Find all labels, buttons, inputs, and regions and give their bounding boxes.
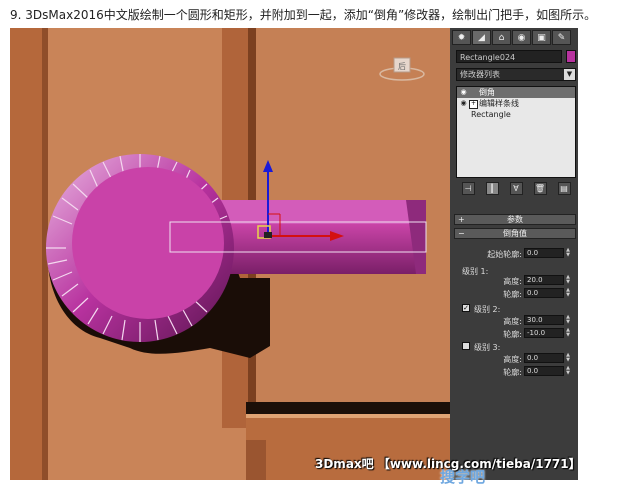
level1-outline-row: 轮廓: 0.0 ▲ ▼ (450, 288, 578, 300)
rollout-parameters-title: 参数 (507, 215, 523, 224)
level3-header: 级别 3: (450, 341, 578, 353)
lightbulb-icon[interactable]: ◉ (460, 99, 467, 107)
stack-tools: ⊣ ┃ ∀ 🗑 ▤ (456, 182, 576, 196)
collapse-minus-icon: − (458, 229, 465, 238)
door-rail-corner (246, 440, 266, 480)
stack-item-edit-spline[interactable]: ◉ + 编辑样条线 (457, 98, 575, 109)
expand-plus-icon: + (458, 215, 465, 224)
perspective-viewport[interactable]: 后 (10, 28, 450, 480)
level2-height-input[interactable]: 30.0 (524, 315, 564, 325)
expand-plus-icon[interactable]: + (469, 100, 478, 109)
utilities-icon[interactable]: ✎ (552, 30, 571, 45)
level3-outline-label: 轮廓: (503, 368, 522, 377)
chevron-down-icon: ▼ (564, 69, 575, 80)
caption-text: 9. 3DsMax2016中文版绘制一个圆形和矩形，并附加到一起，添加“倒角”修… (10, 8, 597, 22)
viewport-scene: 后 (10, 28, 450, 480)
rosette-face (72, 167, 224, 319)
view-cube-label: 后 (398, 61, 406, 71)
level2-height-row: 高度: 30.0 ▲ ▼ (450, 315, 578, 327)
spinner-icon[interactable]: ▲ ▼ (565, 315, 571, 325)
object-color-swatch[interactable] (566, 50, 576, 63)
level1-height-label: 高度: (503, 277, 522, 286)
door-panel-gap (246, 402, 450, 414)
app-window: 后 ✹ ◢ ⌂ ◉ ▣ ✎ Rectangle024 修改器列表 ▼ ◉ 倒角 … (10, 28, 578, 480)
watermark-text: 3Dmax吧 【www.lincg.com/tieba/1771】 (315, 457, 581, 471)
create-icon[interactable]: ✹ (452, 30, 471, 45)
level3-outline-row: 轮廓: 0.0 ▲ ▼ (450, 366, 578, 378)
lightbulb-icon[interactable]: ◉ (460, 88, 467, 96)
level3-outline-input[interactable]: 0.0 (524, 366, 564, 376)
level1-height-input[interactable]: 20.0 (524, 275, 564, 285)
level2-outline-row: 轮廓: -10.0 ▲ ▼ (450, 328, 578, 340)
command-panel-tabs: ✹ ◢ ⌂ ◉ ▣ ✎ (450, 28, 578, 46)
display-icon[interactable]: ▣ (532, 30, 551, 45)
handle-bar-top (214, 200, 426, 224)
spinner-icon[interactable]: ▲ ▼ (565, 248, 571, 258)
rollout-bevel-title: 倒角值 (503, 229, 527, 238)
start-outline-label: 起始轮廓: (487, 250, 522, 259)
configure-sets-icon[interactable]: ▤ (557, 182, 571, 195)
door-rail-highlight (246, 414, 450, 418)
spinner-icon[interactable]: ▲ ▼ (565, 353, 571, 363)
modifier-list-dropdown[interactable]: 修改器列表 ▼ (456, 68, 576, 81)
rollout-parameters[interactable]: + 参数 (454, 214, 576, 225)
motion-icon[interactable]: ◉ (512, 30, 531, 45)
stack-item-label: 编辑样条线 (479, 99, 519, 108)
spinner-icon[interactable]: ▲ ▼ (565, 288, 571, 298)
level1-outline-label: 轮廓: (503, 290, 522, 299)
object-name-field[interactable]: Rectangle024 (456, 50, 562, 63)
stack-item-rectangle[interactable]: Rectangle (457, 109, 575, 120)
level3-height-label: 高度: (503, 355, 522, 364)
level3-label: 级别 3: (474, 343, 501, 352)
command-panel: ✹ ◢ ⌂ ◉ ▣ ✎ Rectangle024 修改器列表 ▼ ◉ 倒角 ◉ … (450, 28, 578, 480)
level1-outline-input[interactable]: 0.0 (524, 288, 564, 298)
handle-bar-front (214, 224, 426, 274)
make-unique-icon[interactable]: ∀ (509, 182, 523, 195)
modifier-stack[interactable]: ◉ 倒角 ◉ + 编辑样条线 Rectangle (456, 86, 576, 178)
level2-header: ✓ 级别 2: (450, 303, 578, 315)
stack-item-label: Rectangle (471, 110, 511, 119)
level3-checkbox[interactable] (462, 342, 470, 350)
remove-modifier-icon[interactable]: 🗑 (533, 182, 547, 195)
spinner-icon[interactable]: ▲ ▼ (565, 275, 571, 285)
level2-checkbox[interactable]: ✓ (462, 304, 470, 312)
start-outline-input[interactable]: 0.0 (524, 248, 564, 258)
hierarchy-icon[interactable]: ⌂ (492, 30, 511, 45)
gizmo-pivot (264, 232, 272, 238)
level3-height-row: 高度: 0.0 ▲ ▼ (450, 353, 578, 365)
level2-outline-input[interactable]: -10.0 (524, 328, 564, 338)
modifier-list-label: 修改器列表 (460, 70, 500, 79)
level2-outline-label: 轮廓: (503, 330, 522, 339)
stack-item-bevel[interactable]: ◉ 倒角 (457, 87, 575, 98)
level2-label: 级别 2: (474, 305, 501, 314)
pin-stack-icon[interactable]: ⊣ (461, 182, 475, 195)
level3-height-input[interactable]: 0.0 (524, 353, 564, 363)
spinner-icon[interactable]: ▲ ▼ (565, 328, 571, 338)
start-outline-row: 起始轮廓: 0.0 ▲ ▼ (450, 248, 578, 260)
door-frame-left (10, 28, 42, 480)
level2-height-label: 高度: (503, 317, 522, 326)
level1-height-row: 高度: 20.0 ▲ ▼ (450, 275, 578, 287)
modify-icon[interactable]: ◢ (472, 30, 491, 45)
spinner-icon[interactable]: ▲ ▼ (565, 366, 571, 376)
stack-item-label: 倒角 (479, 88, 495, 97)
show-end-result-icon[interactable]: ┃ (485, 182, 499, 195)
rollout-bevel-values[interactable]: − 倒角值 (454, 228, 576, 239)
